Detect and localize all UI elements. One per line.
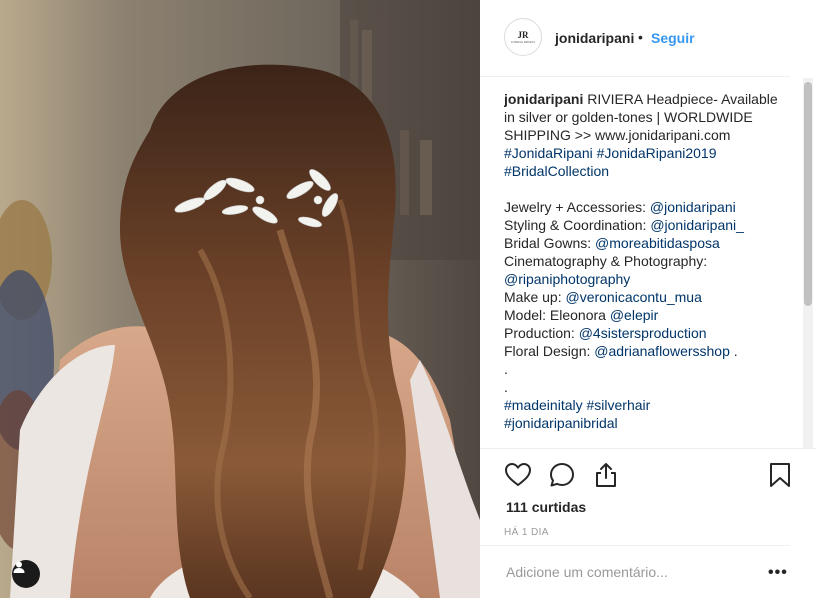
- credit-line: Bridal Gowns: @moreabitidasposa: [504, 234, 782, 252]
- credit-label: Production:: [504, 325, 579, 341]
- hashtag-link[interactable]: #jonidaripanibridal: [504, 415, 618, 431]
- credit-label: Floral Design:: [504, 343, 595, 359]
- mention-link[interactable]: @elepir: [610, 307, 658, 323]
- bookmark-icon[interactable]: [766, 461, 794, 489]
- credit-line: Model: Eleonora @elepir: [504, 306, 782, 324]
- caption-dot: .: [504, 361, 508, 377]
- hashtag-link[interactable]: #silverhair: [587, 397, 651, 413]
- avatar-monogram: JR: [517, 29, 529, 40]
- credit-line: Cinematography & Photography: @ripanipho…: [504, 252, 782, 288]
- hashtag-link[interactable]: #madeinitaly: [504, 397, 583, 413]
- avatar[interactable]: JR JONIDA RIPANI: [504, 18, 542, 56]
- credit-line: Floral Design: @adrianaflowersshop .: [504, 342, 782, 360]
- mention-link[interactable]: @jonidaripani_: [650, 217, 744, 233]
- caption-scrollbar[interactable]: [803, 78, 813, 448]
- separator-dot: •: [638, 29, 643, 45]
- post-actions: 111 curtidas HÁ 1 DIA •••: [480, 448, 816, 599]
- caption-username[interactable]: jonidaripani: [504, 91, 583, 107]
- caption-dot: .: [504, 379, 508, 395]
- credit-label: Make up:: [504, 289, 566, 305]
- mention-link[interactable]: @4sistersproduction: [579, 325, 707, 341]
- credit-label: Bridal Gowns:: [504, 235, 596, 251]
- comment-icon[interactable]: [548, 461, 576, 489]
- more-options-button[interactable]: •••: [768, 564, 788, 582]
- hashtag-link[interactable]: #JonidaRipani: [504, 145, 593, 161]
- mention-link[interactable]: @jonidaripani: [650, 199, 736, 215]
- photo-illustration: [0, 0, 480, 598]
- credit-suffix: .: [729, 343, 738, 359]
- mention-link[interactable]: @veronicacontu_mua: [565, 289, 701, 305]
- hashtag-link[interactable]: #JonidaRipani2019: [597, 145, 717, 161]
- comment-bar: •••: [480, 545, 790, 600]
- comment-input[interactable]: [504, 560, 748, 584]
- post-photo[interactable]: [0, 0, 480, 598]
- heart-icon[interactable]: [504, 461, 532, 489]
- caption-hashtags-1: #JonidaRipani #JonidaRipani2019 #BridalC…: [504, 144, 782, 180]
- credit-label: Model: Eleonora: [504, 307, 610, 323]
- caption: jonidaripani RIVIERA Headpiece- Availabl…: [504, 90, 782, 448]
- caption-hashtags-2: #madeinitaly #silverhair #jonidaripanibr…: [504, 396, 782, 432]
- credit-label: Jewelry + Accessories:: [504, 199, 650, 215]
- credit-line: Production: @4sistersproduction: [504, 324, 782, 342]
- header-username[interactable]: jonidaripani: [555, 30, 634, 46]
- mention-link[interactable]: @adrianaflowersshop: [594, 343, 730, 359]
- caption-main: jonidaripani RIVIERA Headpiece- Availabl…: [504, 90, 782, 144]
- post-side-panel: JR JONIDA RIPANI jonidaripani • Seguir j…: [480, 0, 816, 598]
- credit-line: Make up: @veronicacontu_mua: [504, 288, 782, 306]
- post-header: JR JONIDA RIPANI jonidaripani • Seguir: [480, 0, 790, 77]
- follow-button[interactable]: Seguir: [651, 30, 695, 46]
- credit-label: Styling & Coordination:: [504, 217, 651, 233]
- mention-link[interactable]: @ripaniphotography: [504, 271, 630, 287]
- avatar-subtext: JONIDA RIPANI: [511, 39, 535, 44]
- hashtag-link[interactable]: #BridalCollection: [504, 163, 609, 179]
- user-tag-icon[interactable]: [12, 560, 40, 588]
- share-icon[interactable]: [592, 461, 620, 489]
- credit-label: Cinematography & Photography:: [504, 253, 708, 269]
- scrollbar-thumb[interactable]: [804, 82, 812, 306]
- mention-link[interactable]: @moreabitidasposa: [595, 235, 720, 251]
- post-timestamp[interactable]: HÁ 1 DIA: [504, 527, 549, 538]
- credit-line: Styling & Coordination: @jonidaripani_: [504, 216, 782, 234]
- credit-line: Jewelry + Accessories: @jonidaripani: [504, 198, 782, 216]
- likes-count[interactable]: 111 curtidas: [506, 499, 586, 515]
